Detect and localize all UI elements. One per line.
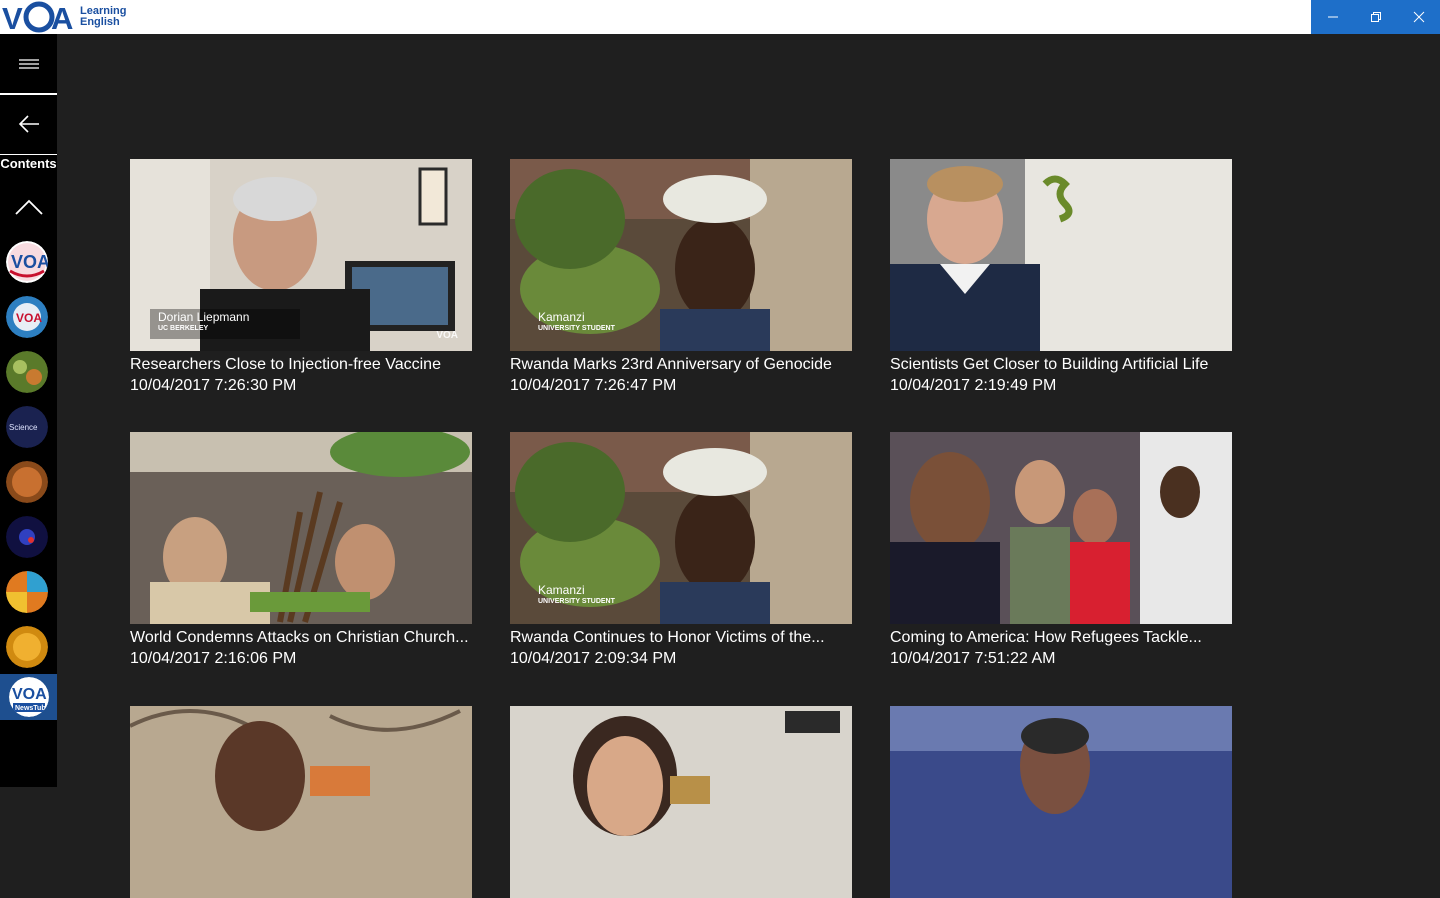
svg-text:VOA: VOA [12, 686, 47, 703]
article-thumbnail [130, 432, 472, 624]
caption-name: Kamanzi [538, 310, 585, 324]
lower-third-caption: Kamanzi UNIVERSITY STUDENT [538, 311, 615, 335]
minimize-button[interactable] [1311, 0, 1354, 34]
article-title: Rwanda Continues to Honor Victims of the… [510, 629, 825, 646]
article-tile[interactable]: Kamanzi UNIVERSITY STUDENT Rwanda Marks … [510, 159, 852, 396]
article-thumbnail [890, 432, 1232, 624]
channel-science[interactable]: Science [6, 406, 48, 448]
voa-channel-icon: VOA [6, 241, 48, 283]
svg-text:V: V [2, 1, 23, 33]
svg-text:NewsTube: NewsTube [15, 705, 49, 712]
article-date: 10/04/2017 7:26:30 PM [130, 377, 297, 394]
svg-text:Science: Science [9, 423, 38, 432]
minimize-icon [1327, 16, 1338, 18]
article-title: Coming to America: How Refugees Tackle..… [890, 629, 1202, 646]
close-icon [1413, 11, 1424, 23]
menu-button[interactable] [0, 34, 57, 94]
sidebar: Contents VOA VOA Science VOA NewsTube [0, 34, 57, 787]
channel-nature[interactable] [6, 351, 48, 393]
article-tile[interactable]: Coming to America: How Refugees Tackle..… [890, 432, 1232, 669]
article-thumbnail: Kamanzi UNIVERSITY STUDENT [510, 432, 852, 624]
collapse-button[interactable] [0, 192, 57, 222]
article-tile[interactable]: World Condemns Attacks on Christian Chur… [130, 432, 472, 669]
channel-space[interactable] [6, 516, 48, 558]
chevron-up-icon [14, 199, 43, 215]
article-tile[interactable]: Kamanzi UNIVERSITY STUDENT Rwanda Contin… [510, 432, 852, 669]
article-title: Scientists Get Closer to Building Artifi… [890, 356, 1209, 373]
voa-logo: V A Learning English [2, 1, 126, 33]
article-tile[interactable]: Dorian Liepmann UC BERKELEY VOA Research… [130, 159, 472, 396]
article-thumbnail: Kamanzi UNIVERSITY STUDENT [510, 159, 852, 351]
contents-label: Contents [0, 156, 57, 171]
article-thumbnail: Dorian Liepmann UC BERKELEY VOA [130, 159, 472, 351]
contents-divider [0, 154, 57, 155]
hamburger-icon [18, 59, 39, 69]
svg-text:VOA: VOA [16, 311, 42, 325]
svg-text:A: A [51, 1, 73, 33]
article-title: Rwanda Marks 23rd Anniversary of Genocid… [510, 356, 832, 373]
caption-subtitle: UNIVERSITY STUDENT [538, 325, 615, 332]
article-thumbnail [890, 706, 1232, 898]
channel-orange[interactable] [6, 626, 48, 668]
channel-newstube[interactable]: VOA NewsTube [0, 674, 57, 720]
article-date: 10/04/2017 2:09:34 PM [510, 650, 677, 667]
article-tile[interactable] [130, 706, 472, 898]
article-tile[interactable] [510, 706, 852, 898]
caption-name: Dorian Liepmann [158, 310, 250, 324]
restore-icon [1370, 12, 1381, 22]
channel-colorful[interactable] [6, 571, 48, 613]
channel-planet[interactable] [6, 461, 48, 503]
caption-subtitle: UC BERKELEY [158, 325, 209, 332]
sidebar-divider [0, 93, 57, 95]
article-tile[interactable] [890, 706, 1232, 898]
lower-third-caption: Kamanzi UNIVERSITY STUDENT [538, 584, 615, 608]
space-channel-icon [6, 516, 48, 558]
article-thumbnail [130, 706, 472, 898]
article-thumbnail [890, 159, 1232, 351]
close-button[interactable] [1397, 0, 1440, 34]
svg-text:VOA: VOA [11, 252, 48, 272]
channel-voa-globe[interactable]: VOA [6, 296, 48, 338]
article-thumbnail [510, 706, 852, 898]
caption-subtitle: UNIVERSITY STUDENT [538, 598, 615, 605]
globe-channel-icon: VOA [6, 296, 48, 338]
nature-channel-icon [6, 351, 48, 393]
orange-channel-icon [6, 626, 48, 668]
back-button[interactable] [0, 98, 57, 150]
article-title: Researchers Close to Injection-free Vacc… [130, 356, 441, 373]
article-date: 10/04/2017 2:16:06 PM [130, 650, 297, 667]
voa-watermark: VOA [436, 330, 458, 341]
arrow-left-icon [18, 115, 39, 133]
article-date: 10/04/2017 7:26:47 PM [510, 377, 677, 394]
window-controls [1311, 0, 1440, 34]
restore-button[interactable] [1354, 0, 1397, 34]
newstube-channel-icon: VOA NewsTube [8, 677, 49, 717]
lower-third-caption: Dorian Liepmann UC BERKELEY [158, 311, 249, 335]
article-tile[interactable]: Scientists Get Closer to Building Artifi… [890, 159, 1232, 396]
channel-voa[interactable]: VOA [6, 241, 48, 283]
logo-text: Learning English [80, 6, 126, 28]
caption-name: Kamanzi [538, 583, 585, 597]
logo-text-english: English [80, 16, 120, 28]
colorful-channel-icon [6, 571, 48, 613]
planet-channel-icon [6, 461, 48, 503]
voa-logo-mark: V A [2, 1, 73, 33]
title-bar: V A Learning English [0, 0, 1440, 34]
article-title: World Condemns Attacks on Christian Chur… [130, 629, 469, 646]
article-date: 10/04/2017 2:19:49 PM [890, 377, 1057, 394]
science-channel-icon: Science [6, 406, 48, 448]
article-date: 10/04/2017 7:51:22 AM [890, 650, 1056, 667]
